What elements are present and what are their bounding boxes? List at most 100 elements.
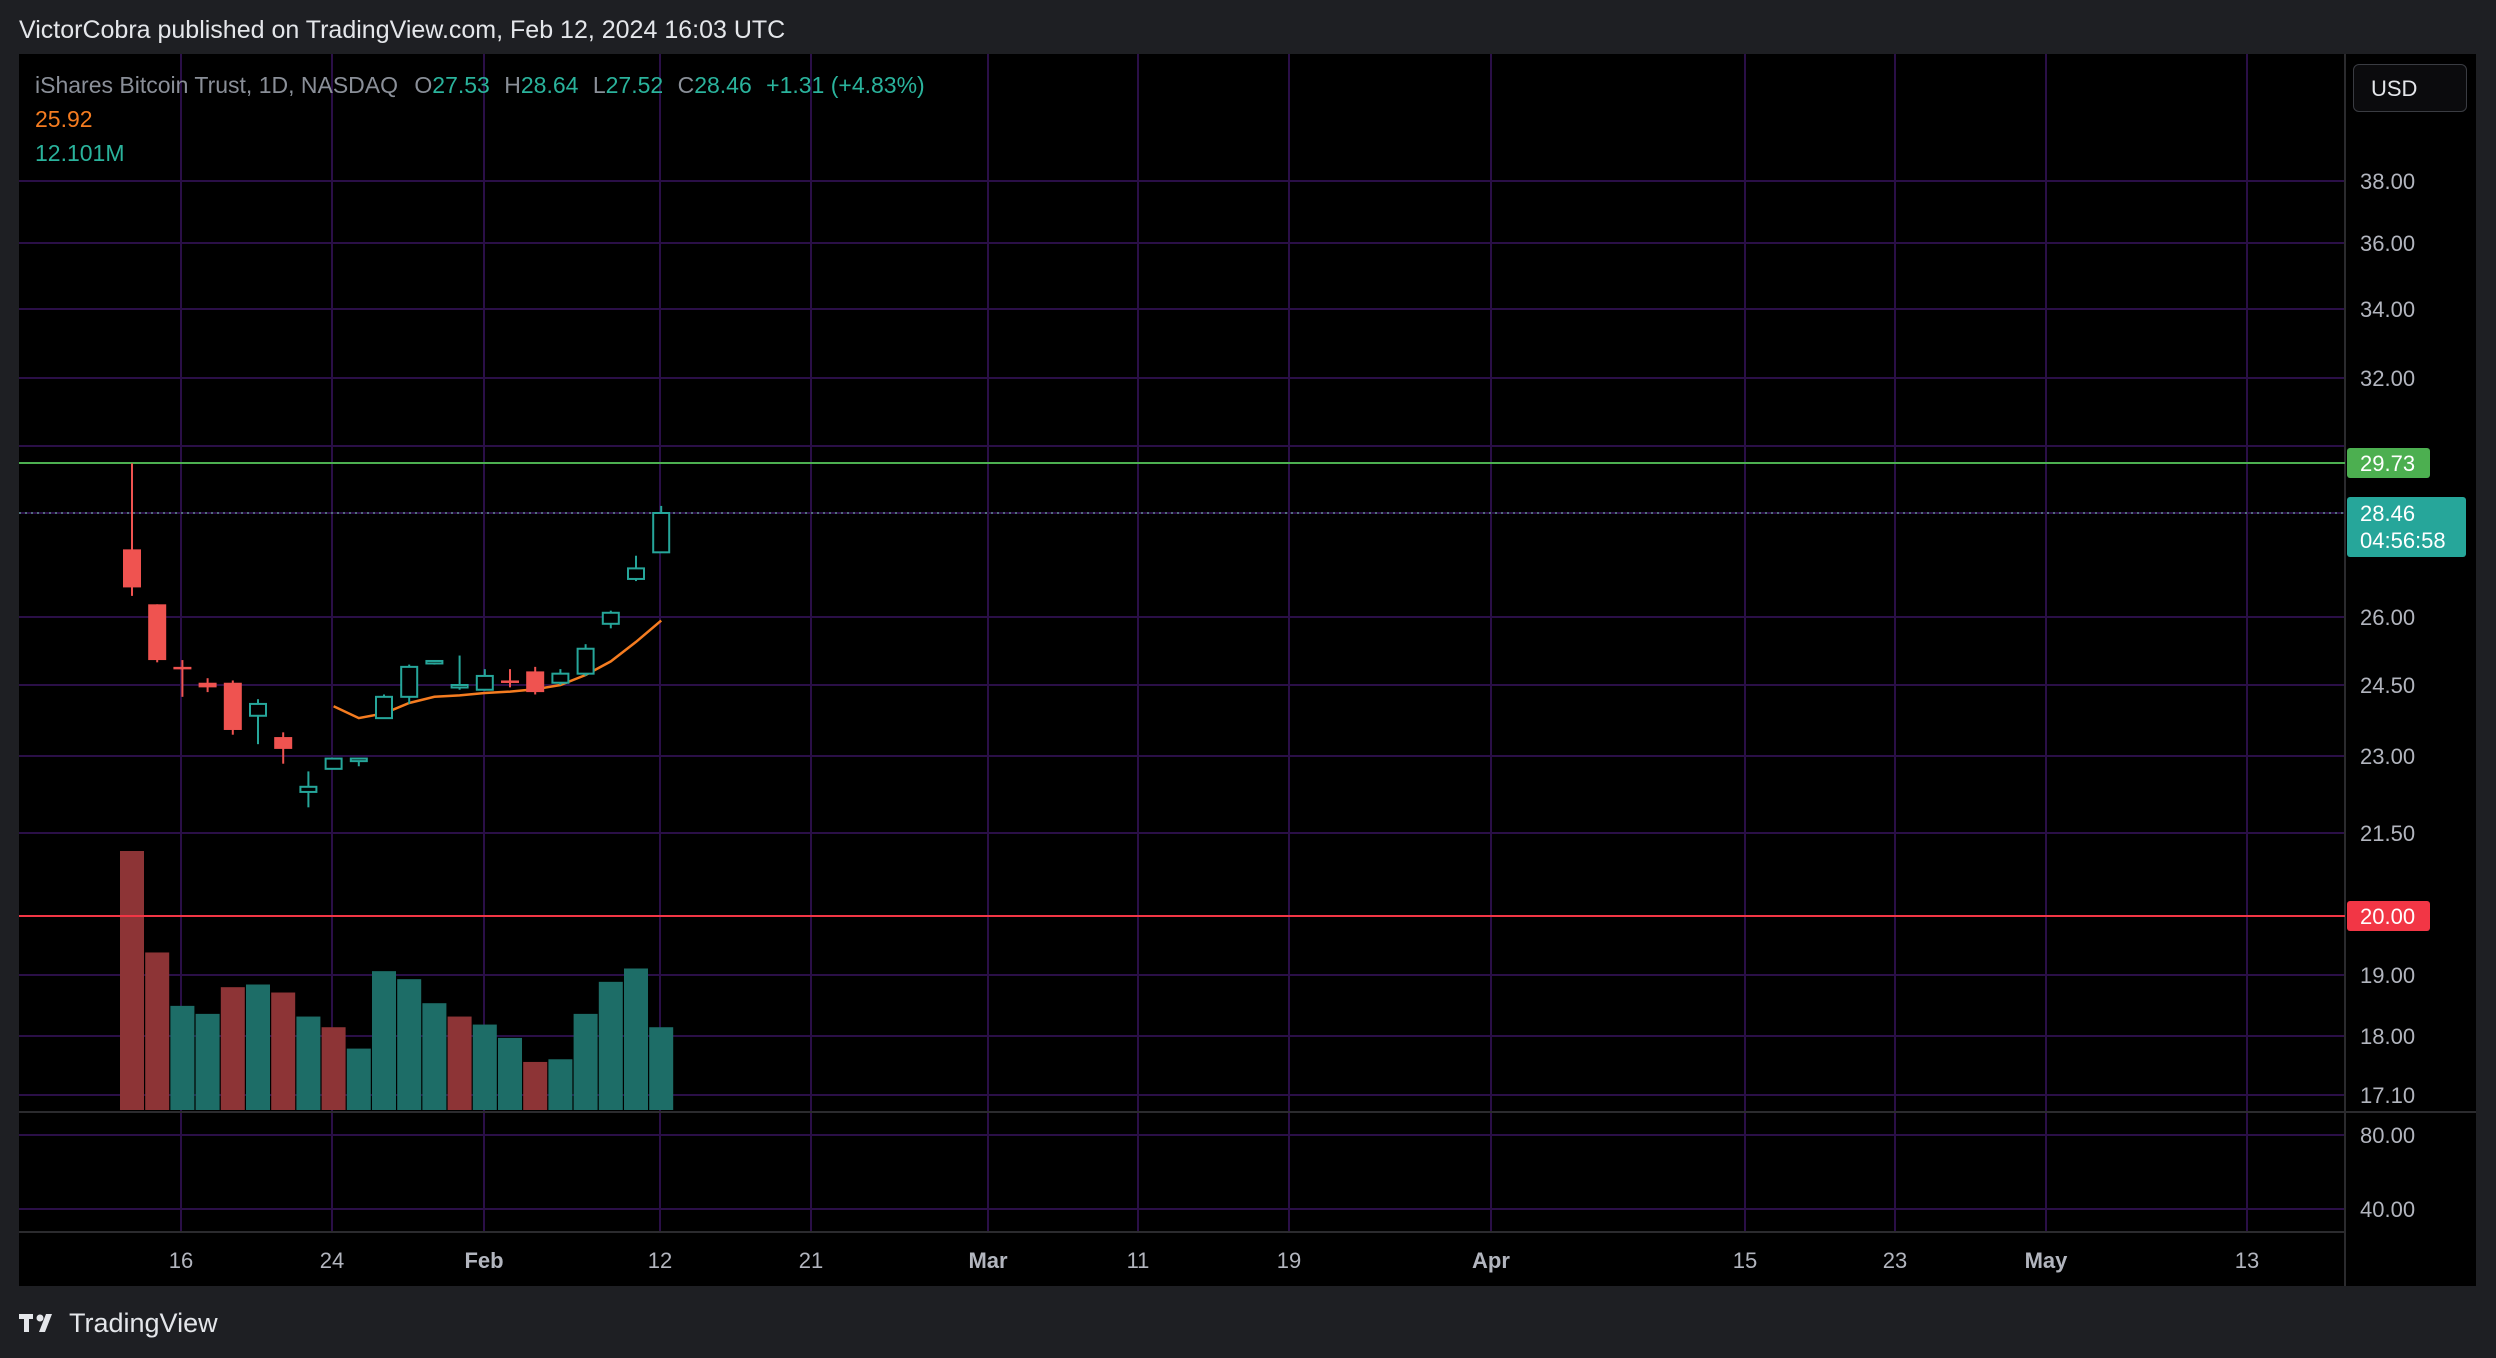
symbol-label[interactable]: iShares Bitcoin Trust, 1D, NASDAQ xyxy=(35,72,398,98)
footer-brand: TradingView xyxy=(19,1303,218,1343)
volume-bar xyxy=(170,1005,195,1110)
time-tick-label: May xyxy=(2025,1248,2069,1273)
resistance-price-label: 29.73 xyxy=(2360,451,2415,476)
candle xyxy=(249,699,267,745)
volume-bar xyxy=(573,1013,598,1110)
candle-body xyxy=(223,682,242,730)
volume-bar xyxy=(598,981,623,1110)
candle xyxy=(274,732,293,764)
volume-bar xyxy=(120,851,144,1110)
candle-body xyxy=(601,611,620,625)
tradingview-logo-icon xyxy=(19,1314,52,1332)
time-tick-label: 21 xyxy=(799,1248,823,1273)
candle-body xyxy=(576,647,595,675)
volume-bar xyxy=(271,992,296,1110)
volume-bar xyxy=(195,1013,220,1110)
countdown-label: 04:56:58 xyxy=(2360,528,2446,553)
candle-body xyxy=(450,684,469,689)
candle-body xyxy=(501,680,519,683)
candle xyxy=(198,678,217,693)
candle-body xyxy=(249,702,267,717)
volume-bar xyxy=(498,1037,522,1110)
high-label: H xyxy=(504,72,521,98)
volume-bar xyxy=(447,1016,472,1110)
candle-body xyxy=(400,665,419,698)
volume-bar xyxy=(472,1024,497,1110)
open-value: 27.53 xyxy=(432,72,490,98)
open-label: O xyxy=(414,72,433,98)
change-value: +1.31 (+4.83%) xyxy=(766,72,925,98)
candle-body xyxy=(123,549,141,588)
volume-bar xyxy=(397,979,422,1110)
close-value: 28.46 xyxy=(694,72,752,98)
candle-body xyxy=(475,674,494,691)
price-tick-label: 21.50 xyxy=(2360,821,2415,846)
candle-body xyxy=(349,757,368,763)
candle xyxy=(551,669,570,685)
time-axis: 16 24 Feb 12 21 Mar 11 19 Apr 15 23 May 13 xyxy=(169,1248,2259,1273)
volume-bar xyxy=(422,1003,447,1110)
candle xyxy=(173,660,192,697)
volume-bar xyxy=(246,984,270,1110)
price-tick-label: 24.50 xyxy=(2360,673,2415,698)
price-chart[interactable]: 38.00 36.00 34.00 32.00 26.00 24.50 23.00 21.50… xyxy=(0,0,2496,1358)
candle-body xyxy=(173,666,192,670)
candle xyxy=(627,555,645,582)
price-tick-label: 26.00 xyxy=(2360,605,2415,630)
candle-body xyxy=(148,604,167,661)
time-tick-label: Apr xyxy=(1472,1248,1510,1273)
support-price-label: 20.00 xyxy=(2360,904,2415,929)
time-tick-label: 11 xyxy=(1127,1248,1150,1273)
time-tick-label: Feb xyxy=(464,1248,503,1273)
candle-body xyxy=(324,757,343,770)
candle-body xyxy=(198,682,217,688)
volume-bar xyxy=(220,987,245,1110)
candle-body xyxy=(627,567,645,580)
candle-body xyxy=(526,671,545,693)
price-tick-label: 17.10 xyxy=(2360,1083,2415,1108)
volume-bar xyxy=(321,1027,346,1110)
candle-body xyxy=(425,659,444,665)
time-tick-label: 13 xyxy=(2235,1248,2259,1273)
candle xyxy=(400,664,419,704)
candle-body xyxy=(274,737,293,749)
candle-body xyxy=(652,512,671,554)
time-tick-label: 19 xyxy=(1277,1248,1301,1273)
price-tick-label: 38.00 xyxy=(2360,169,2415,194)
candle xyxy=(526,666,545,695)
currency-button[interactable]: USD xyxy=(2353,64,2467,112)
volume-bar xyxy=(145,952,170,1110)
candle xyxy=(299,771,318,808)
volume-bar xyxy=(523,1061,548,1110)
time-tick-label: 15 xyxy=(1733,1248,1757,1273)
candle xyxy=(148,604,167,663)
volume-bars xyxy=(120,851,674,1110)
time-tick-label: 24 xyxy=(320,1248,344,1273)
candle xyxy=(601,610,620,629)
close-label: C xyxy=(677,72,695,98)
time-tick-label: 12 xyxy=(648,1248,672,1273)
ema-legend-value[interactable]: 25.92 xyxy=(35,102,925,136)
horizontal-levels xyxy=(19,462,2345,917)
chart-legend: iShares Bitcoin Trust, 1D, NASDAQ O27.53… xyxy=(35,68,925,170)
price-tick-label: 36.00 xyxy=(2360,231,2415,256)
candle xyxy=(576,644,595,676)
candle xyxy=(375,694,393,720)
candle xyxy=(475,669,494,691)
candle-body xyxy=(299,785,318,793)
candle xyxy=(324,757,343,770)
volume-legend-value[interactable]: 12.101M xyxy=(35,136,925,170)
candle xyxy=(652,505,671,554)
volume-bar xyxy=(346,1048,371,1110)
volume-bar xyxy=(372,971,396,1110)
volume-bar xyxy=(296,1016,321,1110)
price-tick-label: 34.00 xyxy=(2360,297,2415,322)
low-label: L xyxy=(592,72,606,98)
time-tick-label: 23 xyxy=(1883,1248,1907,1273)
volume-tick-label: 80.00 xyxy=(2360,1123,2415,1148)
price-tick-label: 18.00 xyxy=(2360,1024,2415,1049)
price-tick-label: 19.00 xyxy=(2360,963,2415,988)
ohlc-row: iShares Bitcoin Trust, 1D, NASDAQ O27.53… xyxy=(35,68,925,102)
volume-bar xyxy=(624,968,648,1110)
low-value: 27.52 xyxy=(605,72,664,98)
